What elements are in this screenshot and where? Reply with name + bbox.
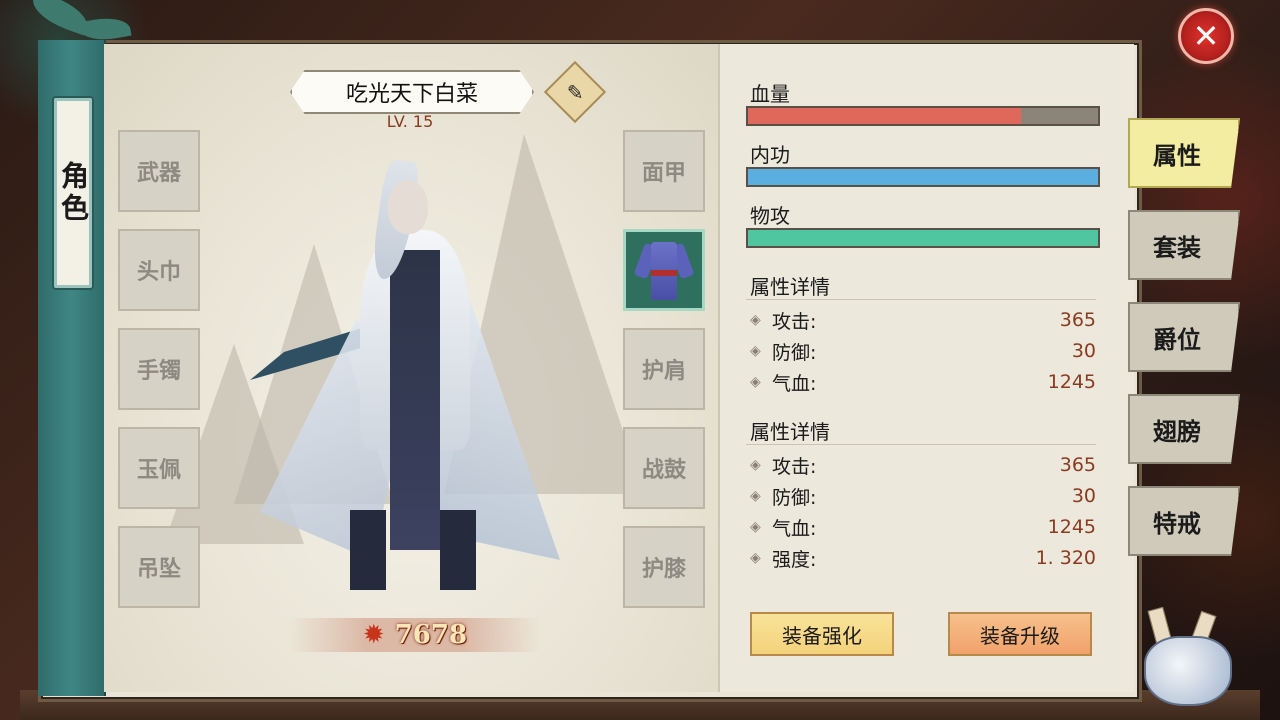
upgrade-equipment-button[interactable]: 装备升级 [948,612,1092,656]
slot-headband[interactable]: 头巾 [118,229,200,311]
divider [746,299,1096,300]
hp-bar-fill [748,108,1021,124]
tab-special-ring[interactable]: 特戒 [1128,486,1240,556]
enhance-equipment-button[interactable]: 装备强化 [750,612,894,656]
flame-icon: ✹ [362,620,385,650]
stat-row: ◈ 气血: 1245 [750,371,1096,395]
stat-row: ◈ 气血: 1245 [750,516,1096,540]
divider [746,444,1096,445]
robe-icon [633,238,695,302]
slot-war-drum[interactable]: 战鼓 [623,427,705,509]
slot-shoulder[interactable]: 护肩 [623,328,705,410]
close-icon: ✕ [1192,17,1220,55]
slot-bracelet[interactable]: 手镯 [118,328,200,410]
tab-role[interactable]: 角色 [52,96,94,290]
combat-power: ✹ 7678 [290,618,540,652]
hp-label: 血量 [750,82,790,106]
brush-pot-decoration[interactable] [1140,606,1232,706]
diamond-icon: ◈ [750,519,761,535]
slot-label: 护膝 [641,557,686,582]
slot-weapon[interactable]: 武器 [118,130,200,212]
physical-attack-label: 物攻 [750,204,790,228]
tab-title[interactable]: 爵位 [1128,302,1240,372]
tab-set[interactable]: 套装 [1128,210,1240,280]
stat-row: ◈ 防御: 30 [750,340,1096,364]
tab-wings[interactable]: 翅膀 [1128,394,1240,464]
slot-label: 面甲 [641,161,686,186]
physical-attack-bar [746,228,1100,248]
slot-label: 护肩 [641,359,686,384]
diamond-icon: ◈ [750,374,761,390]
inner-power-bar [746,167,1100,187]
stat-row: ◈ 防御: 30 [750,485,1096,509]
slot-label: 武器 [136,161,181,186]
stat-row: ◈ 强度: 1. 320 [750,547,1096,571]
slot-knee-guard[interactable]: 护膝 [623,526,705,608]
character-model[interactable] [250,150,570,600]
stat-row: ◈ 攻击: 365 [750,309,1096,333]
character-name-plate: 吃光天下白菜 [290,70,534,114]
character-level: LV. 15 [386,112,434,131]
diamond-icon: ◈ [750,343,761,359]
role-tab-label: 角色 [57,161,90,225]
slot-label: 头巾 [136,260,181,285]
inner-power-label: 内功 [750,143,790,167]
physical-attack-bar-fill [748,230,1098,246]
hp-bar [746,106,1100,126]
inner-power-bar-fill [748,169,1098,185]
diamond-icon: ◈ [750,457,761,473]
slot-label: 手镯 [136,359,181,384]
slot-jade[interactable]: 玉佩 [118,427,200,509]
details-title: 属性详情 [750,420,830,444]
diamond-icon: ◈ [750,312,761,328]
slot-mask[interactable]: 面甲 [623,130,705,212]
close-button[interactable]: ✕ [1178,8,1234,64]
slot-armor[interactable] [623,229,705,311]
brush-icon: ✎ [566,79,584,104]
details-title: 属性详情 [750,275,830,299]
slot-pendant[interactable]: 吊坠 [118,526,200,608]
combat-power-value: 7678 [394,620,468,650]
diamond-icon: ◈ [750,550,761,566]
slot-label: 战鼓 [641,458,686,483]
stat-row: ◈ 攻击: 365 [750,454,1096,478]
character-name: 吃光天下白菜 [345,82,478,107]
slot-label: 玉佩 [136,458,181,483]
slot-label: 吊坠 [136,557,181,582]
tab-attributes[interactable]: 属性 [1128,118,1240,188]
diamond-icon: ◈ [750,488,761,504]
